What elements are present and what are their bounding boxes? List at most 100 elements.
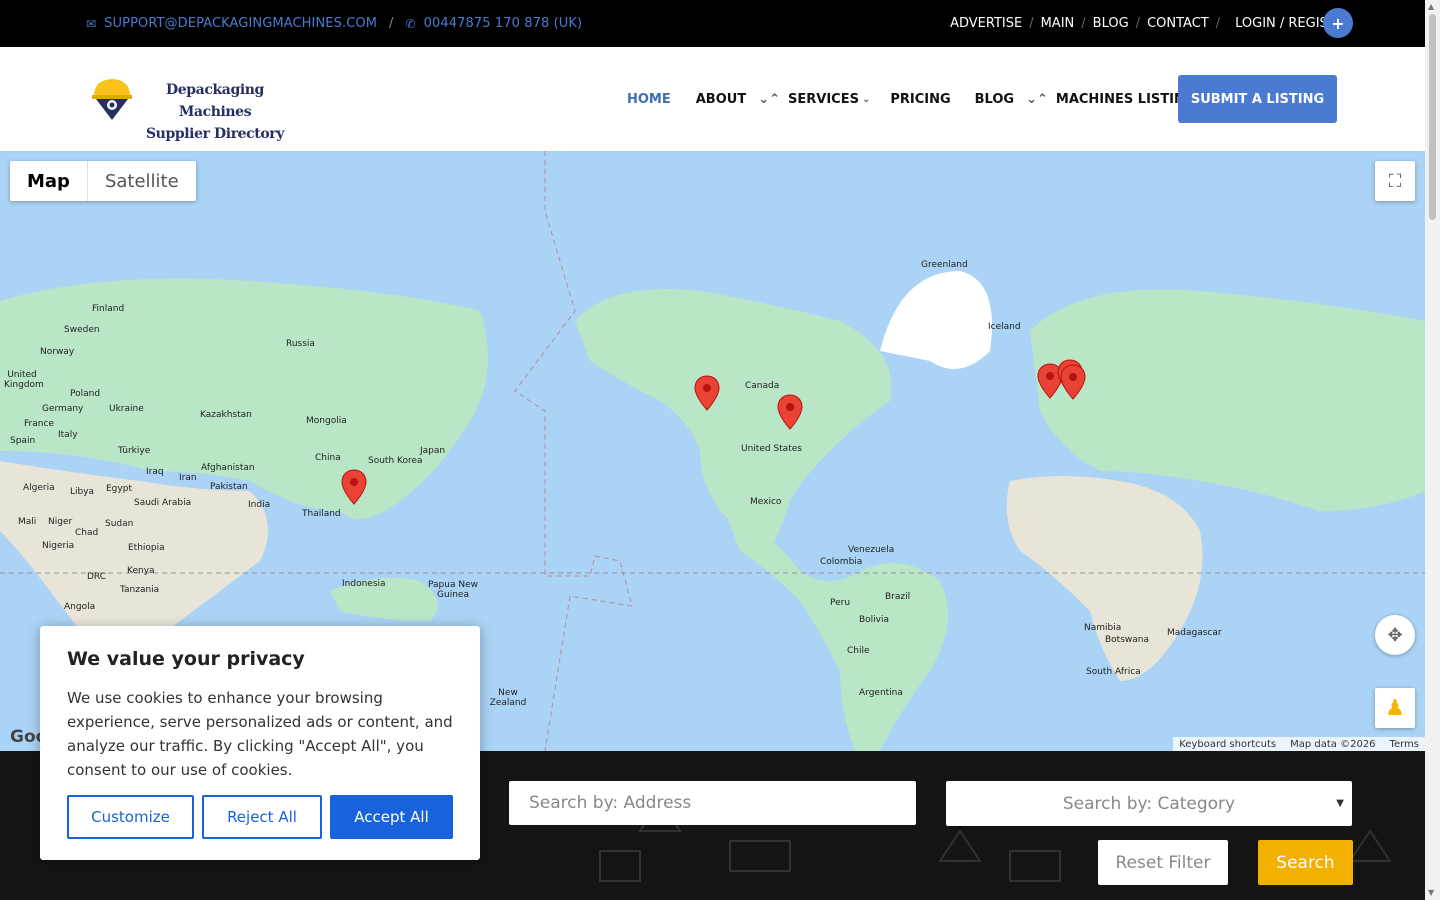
site-logo[interactable]: Depackaging Machines Supplier Directory bbox=[90, 76, 290, 142]
map-label: New Zealand bbox=[489, 688, 527, 708]
map-label: Canada bbox=[745, 381, 780, 391]
add-listing-plus-button[interactable]: + bbox=[1323, 8, 1353, 38]
map-label: Greenland bbox=[921, 260, 968, 270]
hard-hat-logo-icon bbox=[92, 79, 132, 120]
location-marker-icon[interactable] bbox=[777, 394, 803, 430]
map-label: Afghanistan bbox=[201, 463, 255, 473]
nav-about[interactable]: ABOUT ⌄⌃ bbox=[696, 92, 780, 107]
map-label: Türkiye bbox=[118, 446, 151, 456]
search-button[interactable]: Search bbox=[1258, 840, 1353, 885]
map-label: Nigeria bbox=[42, 541, 75, 551]
map-label: Germany bbox=[42, 404, 84, 414]
logo-text: Depackaging Machines Supplier Directory bbox=[140, 79, 290, 145]
map-label: Indonesia bbox=[342, 579, 386, 589]
map-label: Madagascar bbox=[1167, 628, 1222, 638]
map-label: France bbox=[24, 419, 54, 429]
phone-icon: ✆ bbox=[405, 16, 416, 31]
map-type-toggle: Map Satellite bbox=[10, 161, 196, 201]
map-label: Ukraine bbox=[109, 404, 144, 414]
accept-all-button[interactable]: Accept All bbox=[330, 795, 453, 839]
reset-filter-button[interactable]: Reset Filter bbox=[1098, 840, 1228, 885]
camera-control-button[interactable]: ✥ bbox=[1375, 615, 1415, 655]
map-label: China bbox=[315, 453, 341, 463]
map-label: Chad bbox=[75, 528, 99, 538]
advertise-link[interactable]: ADVERTISE bbox=[950, 16, 1022, 31]
chevron-down-icon: ⌄⌃ bbox=[1026, 91, 1048, 107]
map-label: Iraq bbox=[146, 467, 164, 477]
map-label: Kazakhstan bbox=[200, 410, 252, 420]
cookie-buttons: Customize Reject All Accept All bbox=[67, 795, 453, 839]
map-label: Russia bbox=[286, 339, 315, 349]
plus-icon: + bbox=[1331, 13, 1345, 33]
map-label: Finland bbox=[92, 304, 125, 314]
support-email-link[interactable]: SUPPORT@DEPACKAGINGMACHINES.COM bbox=[104, 16, 377, 31]
map-label: Argentina bbox=[859, 688, 903, 698]
scroll-up-icon[interactable]: ▲ bbox=[1428, 2, 1434, 11]
nav-services[interactable]: SERVICES ⌄ bbox=[788, 92, 870, 107]
map-label: Botswana bbox=[1105, 635, 1149, 645]
divider: / bbox=[1215, 16, 1221, 31]
location-marker-icon[interactable] bbox=[1060, 364, 1086, 400]
chevron-down-icon: ⌄ bbox=[861, 93, 871, 105]
envelope-icon: ✉ bbox=[86, 16, 97, 31]
fullscreen-button[interactable]: ⛶ bbox=[1375, 161, 1415, 201]
customize-button[interactable]: Customize bbox=[67, 795, 194, 839]
reject-all-button[interactable]: Reject All bbox=[202, 795, 322, 839]
nav-blog[interactable]: BLOG ⌄⌃ bbox=[975, 92, 1048, 107]
map-label: Venezuela bbox=[848, 545, 895, 555]
map-label: Spain bbox=[10, 436, 36, 446]
map-label: Chile bbox=[847, 646, 870, 656]
map-label: United Kingdom bbox=[4, 370, 44, 390]
map-label: Mongolia bbox=[306, 416, 347, 426]
submit-listing-button[interactable]: SUBMIT A LISTING bbox=[1178, 75, 1337, 123]
scrollbar-thumb[interactable] bbox=[1429, 14, 1436, 220]
keyboard-shortcuts-link[interactable]: Keyboard shortcuts bbox=[1179, 739, 1276, 750]
category-select[interactable]: Search by: Category ▼ bbox=[946, 781, 1352, 826]
divider: / bbox=[1081, 16, 1086, 31]
nav-pricing[interactable]: PRICING bbox=[890, 92, 950, 107]
nav-home[interactable]: HOME bbox=[627, 92, 671, 107]
map-label: Iceland bbox=[988, 322, 1021, 332]
map-label: Mexico bbox=[750, 497, 782, 507]
terms-link[interactable]: Terms bbox=[1390, 739, 1419, 750]
contact-link[interactable]: CONTACT bbox=[1147, 16, 1209, 31]
phone-link[interactable]: 00447875 170 878 (UK) bbox=[424, 16, 582, 31]
map-label: Peru bbox=[830, 598, 851, 608]
map-tab[interactable]: Map bbox=[10, 161, 87, 201]
page-scrollbar[interactable]: ▲ ▼ bbox=[1425, 0, 1440, 900]
map-footer: Keyboard shortcuts Map data ©2026 Terms bbox=[1173, 737, 1425, 751]
map-label: Colombia bbox=[820, 557, 863, 567]
cookie-body: We use cookies to enhance your browsing … bbox=[67, 689, 453, 779]
logo-line-1: Depackaging Machines bbox=[166, 82, 264, 120]
map-label: Norway bbox=[40, 347, 75, 357]
fullscreen-icon: ⛶ bbox=[1388, 170, 1402, 192]
map-label: Papua New Guinea bbox=[428, 580, 478, 600]
map-label: Saudi Arabia bbox=[134, 498, 192, 508]
pegman-icon: ♟ bbox=[1385, 695, 1405, 721]
divider: / bbox=[389, 16, 394, 31]
top-links: ADVERTISE / MAIN / BLOG / CONTACT / LOGI… bbox=[950, 0, 1353, 47]
address-search-input[interactable]: Search by: Address bbox=[509, 781, 916, 825]
map-label: Namibia bbox=[1084, 623, 1122, 633]
street-view-pegman-button[interactable]: ♟ bbox=[1375, 688, 1415, 728]
move-arrows-icon: ✥ bbox=[1387, 624, 1403, 646]
location-marker-icon[interactable] bbox=[694, 375, 720, 411]
blog-top-link[interactable]: BLOG bbox=[1093, 16, 1129, 31]
nav-blog-label: BLOG bbox=[974, 91, 1015, 107]
map-label: South Korea bbox=[368, 456, 423, 466]
divider: / bbox=[1029, 16, 1034, 31]
map-label: Egypt bbox=[106, 484, 132, 494]
nav-about-label: ABOUT bbox=[695, 91, 747, 107]
main-link[interactable]: MAIN bbox=[1041, 16, 1075, 31]
map-label: Libya bbox=[70, 487, 95, 497]
category-placeholder: Search by: Category bbox=[1062, 793, 1236, 814]
map-label: Bolivia bbox=[859, 615, 890, 625]
satellite-tab[interactable]: Satellite bbox=[86, 161, 196, 201]
map-data-text: Map data ©2026 bbox=[1290, 738, 1376, 750]
map-label: Brazil bbox=[885, 592, 911, 602]
map-label: Iran bbox=[179, 473, 197, 483]
location-marker-icon[interactable] bbox=[341, 469, 367, 505]
map-label: Thailand bbox=[302, 509, 341, 519]
contact-info: ✉ SUPPORT@DEPACKAGINGMACHINES.COM / ✆ 00… bbox=[86, 0, 582, 47]
scroll-down-icon[interactable]: ▼ bbox=[1428, 888, 1434, 897]
